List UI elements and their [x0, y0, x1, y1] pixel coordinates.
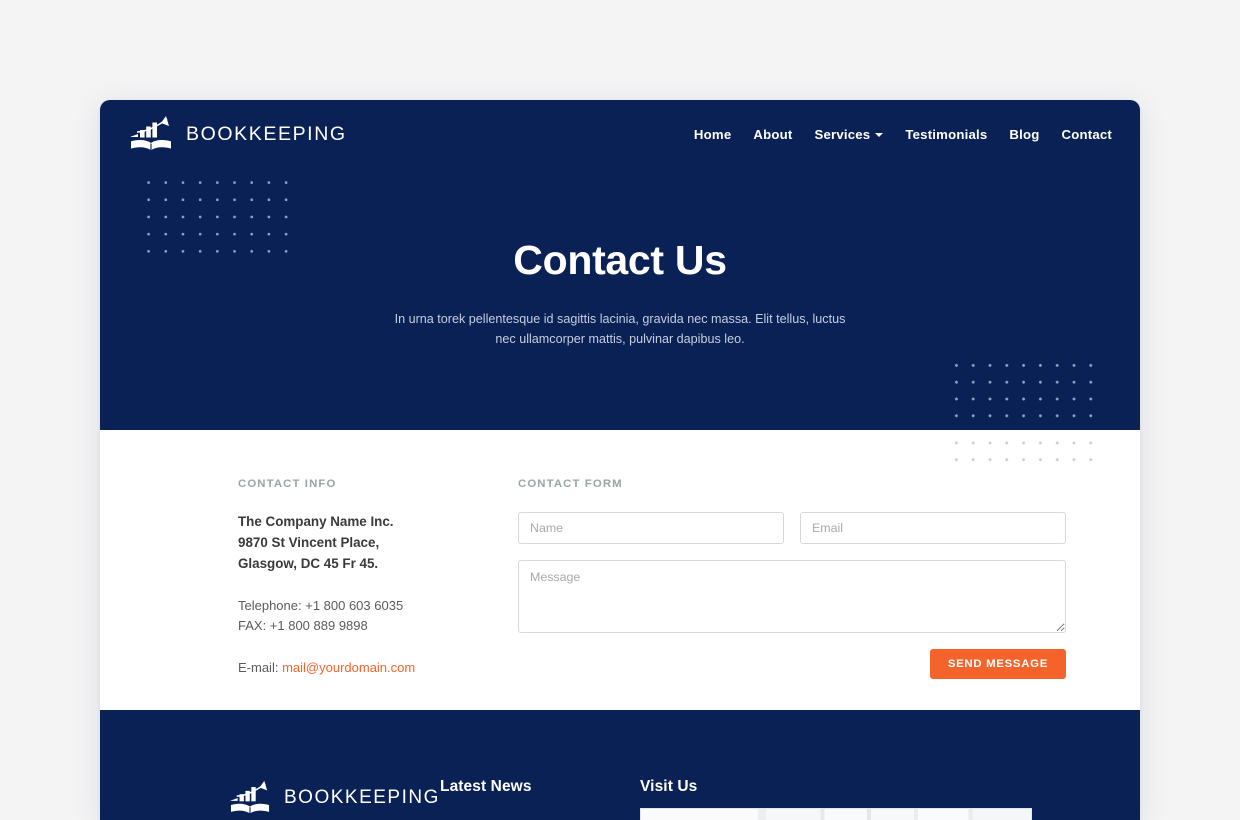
hero-body: Contact Us In urna torek pellentesque id… [100, 168, 1140, 350]
nav-item-blog[interactable]: Blog [1009, 127, 1039, 142]
nav-item-home-label: Home [693, 126, 732, 142]
email-label: E-mail: [238, 659, 279, 675]
contact-form-heading: CONTACT FORM [518, 478, 623, 490]
chevron-down-icon [875, 133, 884, 137]
footer-brand-logo[interactable]: BOOKKEEPING [140, 778, 440, 818]
address-line-1: 9870 St Vincent Place, [238, 534, 380, 550]
brand-name: BOOKKEEPING [186, 122, 347, 145]
latest-news-heading: Latest News [440, 778, 532, 795]
name-input[interactable] [518, 512, 784, 544]
site-footer: BOOKKEEPING Latest News Visit Us [100, 710, 1140, 820]
nav-item-contact[interactable]: Contact [1062, 127, 1113, 142]
send-message-button[interactable]: SEND MESSAGE [929, 649, 1066, 679]
company-address: The Company Name Inc. 9870 St Vincent Pl… [238, 512, 438, 574]
decorative-dot-grid-right [946, 355, 1098, 430]
email-input[interactable] [800, 512, 1066, 544]
page-title: Contact Us [513, 237, 727, 283]
footer-latest-news-column: Latest News [440, 778, 640, 796]
site-header: BOOKKEEPING Home About Services Testimon… [100, 100, 1140, 168]
footer-brand-name: BOOKKEEPING [284, 787, 440, 808]
contact-form-column: CONTACT FORM SEND MESSAGE [518, 478, 1066, 710]
company-name: The Company Name Inc. [238, 514, 394, 529]
fax-text: FAX: +1 800 889 9898 [238, 618, 368, 634]
address-line-2: Glasgow, DC 45 Fr 45. [238, 555, 379, 571]
nav-item-testimonials-label: Testimonials [905, 126, 988, 142]
brand-logo[interactable]: BOOKKEEPING [128, 113, 347, 155]
nav-item-about[interactable]: About [753, 127, 792, 142]
nav-item-home[interactable]: Home [694, 127, 731, 142]
nav-item-blog-label: Blog [1009, 126, 1040, 142]
location-map[interactable] [640, 808, 1032, 820]
email-line: E-mail: mail@yourdomain.com [238, 660, 438, 675]
bar-chart-book-logo-icon [130, 116, 171, 151]
nav-item-services[interactable]: Services [814, 126, 884, 142]
contact-info-column: CONTACT INFO The Company Name Inc. 9870 … [238, 478, 438, 710]
email-link[interactable]: mail@yourdomain.com [282, 660, 415, 675]
decorative-dot-grid-right-lower [946, 430, 1098, 464]
footer-visit-us-column: Visit Us [640, 778, 1032, 820]
main-navigation: Home About Services Testimonials Blog Co… [694, 127, 1112, 142]
contact-section: CONTACT INFO The Company Name Inc. 9870 … [100, 430, 1140, 710]
nav-item-about-label: About [753, 126, 793, 142]
visit-us-heading: Visit Us [640, 778, 698, 795]
nav-item-testimonials[interactable]: Testimonials [905, 127, 987, 142]
contact-form: SEND MESSAGE [518, 512, 1066, 679]
footer-bar-chart-book-logo-icon [230, 780, 270, 814]
send-row: SEND MESSAGE [518, 649, 1066, 679]
telephone-text: Telephone: +1 800 603 6035 [238, 598, 404, 614]
contact-info-heading: CONTACT INFO [238, 478, 337, 490]
page-card: BOOKKEEPING Home About Services Testimon… [100, 100, 1140, 820]
nav-item-contact-label: Contact [1061, 126, 1112, 142]
hero-section: BOOKKEEPING Home About Services Testimon… [100, 100, 1140, 430]
form-row-name-email [518, 512, 1066, 544]
nav-item-services-label: Services [814, 126, 871, 142]
phone-block: Telephone: +1 800 603 6035 FAX: +1 800 8… [238, 596, 438, 636]
message-textarea[interactable] [518, 560, 1066, 633]
hero-subtitle: In urna torek pellentesque id sagittis l… [394, 312, 846, 347]
